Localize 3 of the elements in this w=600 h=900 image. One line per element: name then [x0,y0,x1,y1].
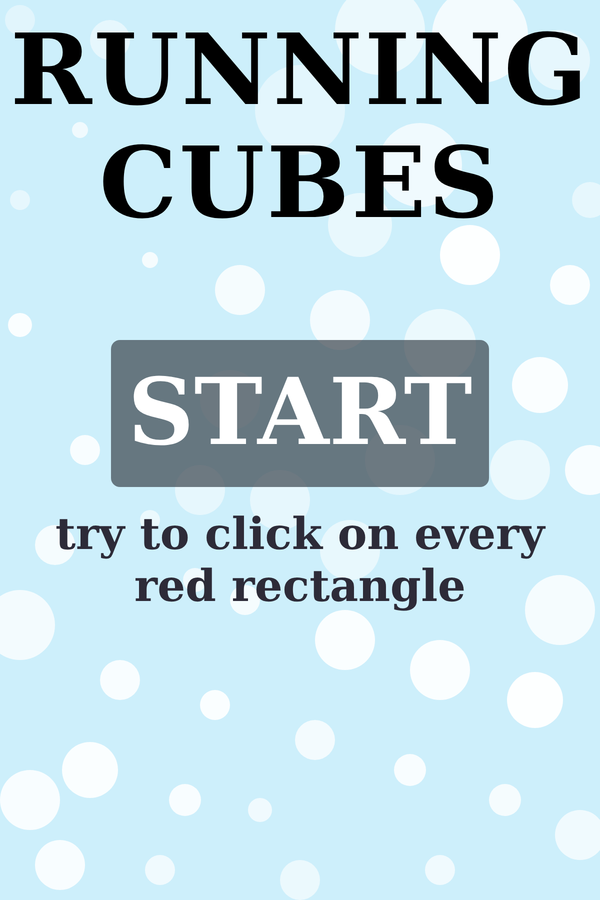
game-title: RUNNING CUBES [9,14,591,240]
start-button[interactable]: START [111,340,489,487]
instruction-text: try to click on every red rectangle [54,509,547,613]
